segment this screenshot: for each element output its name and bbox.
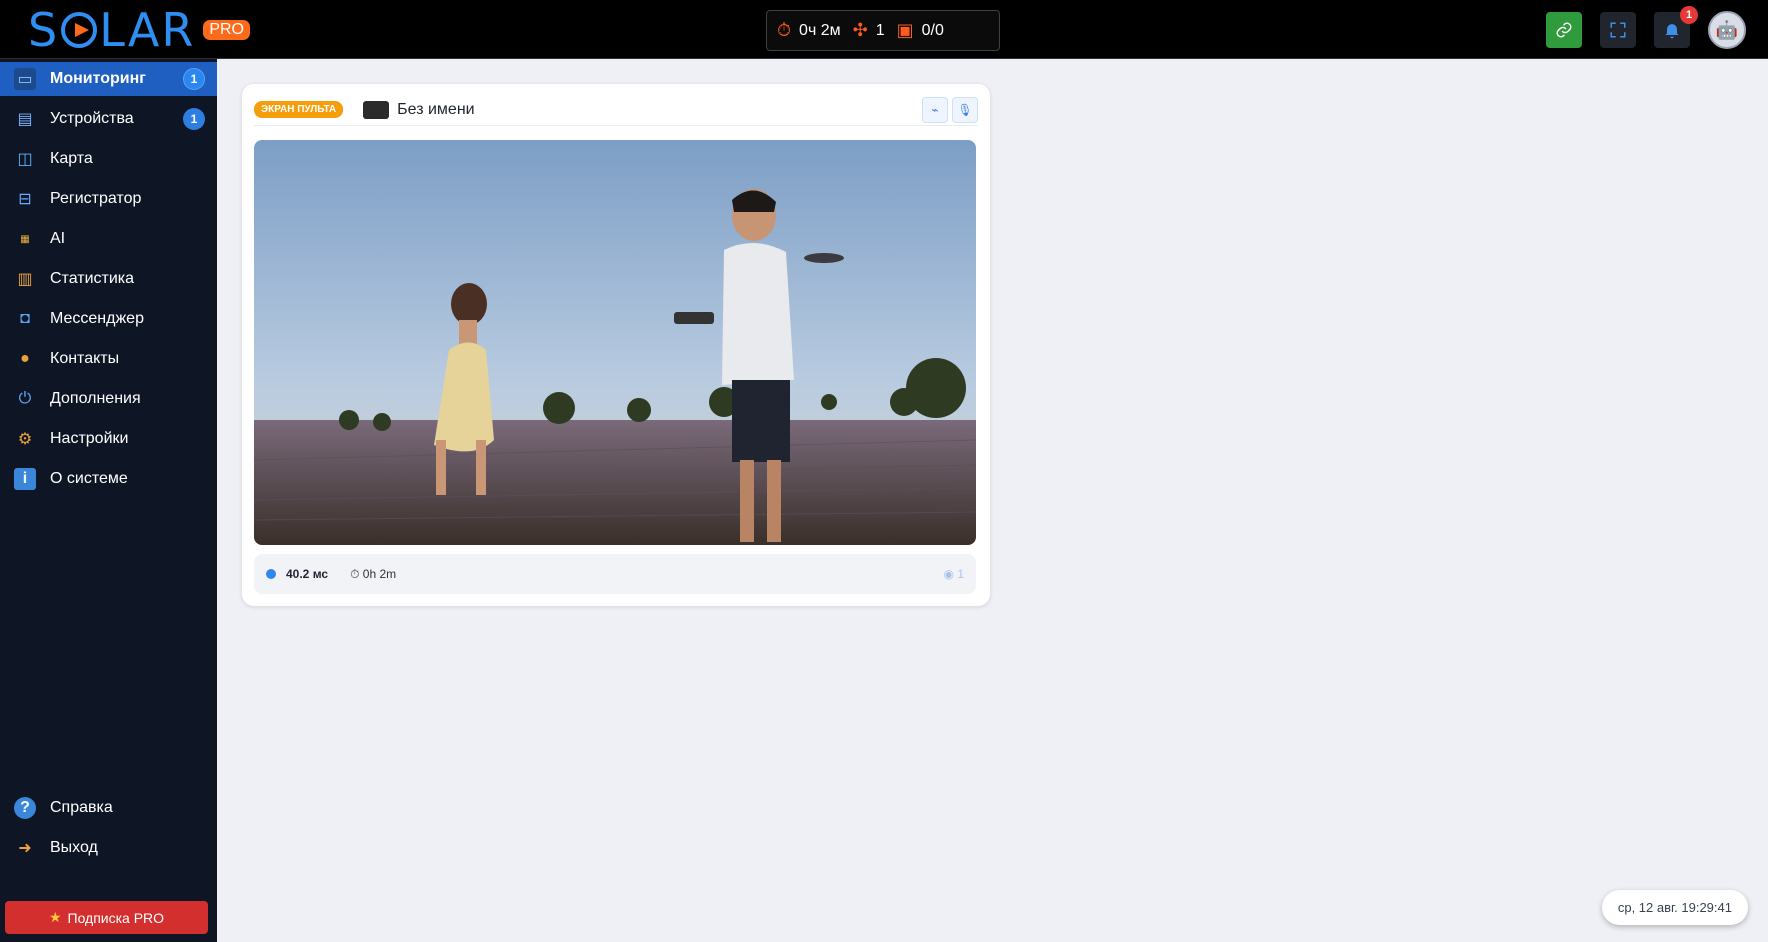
sidebar-item-logout[interactable]: ➜ Выход bbox=[0, 831, 217, 865]
link-button[interactable] bbox=[1546, 12, 1582, 48]
sidebar-item-monitoring[interactable]: ▭ Мониторинг 1 bbox=[0, 62, 217, 96]
tasks-value: 0/0 bbox=[921, 21, 944, 39]
devices-icon: ▤ bbox=[17, 111, 33, 128]
sidebar-item-settings[interactable]: ⚙ Настройки bbox=[0, 422, 217, 456]
session-stats: ⏱ 0ч 2м ✣ 1 ▣ 0/0 bbox=[766, 10, 1000, 51]
fullscreen-button[interactable] bbox=[1600, 12, 1636, 48]
microphone-icon: 🎙 bbox=[957, 102, 973, 117]
stopwatch-icon: ⏱ bbox=[350, 566, 363, 581]
drones-stat: ✣ 1 bbox=[853, 20, 885, 41]
info-icon: i bbox=[14, 468, 36, 490]
timer-icon: ⏱ bbox=[777, 20, 792, 40]
sidebar-item-label: Настройки bbox=[50, 430, 129, 447]
sidebar-item-messenger[interactable]: ◘ Мессенджер bbox=[0, 302, 217, 336]
contacts-icon: ● bbox=[20, 350, 30, 367]
device-name: Без имени bbox=[397, 100, 475, 118]
chart-icon: ▥ bbox=[17, 271, 33, 288]
sidebar-item-label: Карта bbox=[50, 150, 93, 167]
status-dot bbox=[266, 569, 276, 579]
fullscreen-icon bbox=[1610, 22, 1626, 38]
notifications-button[interactable]: 1 bbox=[1654, 6, 1698, 48]
stream-uptime: 0h 2m bbox=[362, 566, 397, 581]
subscribe-pro-label: Подписка PRO bbox=[67, 909, 165, 926]
stream-card-header: ЭКРАН ПУЛЬТА Без имени ⌁ 🎙 bbox=[254, 94, 978, 126]
plugins-icon: ⏻ bbox=[18, 390, 32, 407]
notification-badge: 1 bbox=[1680, 6, 1698, 24]
devices-count-badge: 1 bbox=[183, 108, 205, 130]
monitor-icon: ▭ bbox=[14, 68, 36, 90]
viewers-count: 1 bbox=[957, 567, 964, 581]
logo-text: S LAR bbox=[28, 3, 196, 57]
sidebar: ▭ Мониторинг 1 ▤ Устройства 1 ◫ Карта ⊟ … bbox=[0, 59, 217, 942]
sidebar-item-label: Выход bbox=[50, 839, 98, 856]
video-frame bbox=[254, 140, 976, 545]
sidebar-item-label: Дополнения bbox=[50, 390, 141, 407]
cast-button[interactable]: ⌁ bbox=[922, 96, 948, 123]
viewers: ◉ 1 bbox=[944, 567, 965, 581]
sidebar-item-label: Устройства bbox=[50, 110, 134, 127]
top-actions: 1 🤖 bbox=[1546, 6, 1746, 49]
sidebar-item-label: Справка bbox=[50, 799, 113, 816]
sidebar-item-label: Регистратор bbox=[50, 190, 142, 207]
star-icon: ★ bbox=[48, 909, 62, 925]
sidebar-item-label: AI bbox=[50, 230, 66, 247]
sidebar-item-contacts[interactable]: ● Контакты bbox=[0, 342, 217, 376]
ai-icon: ▦ bbox=[20, 233, 30, 245]
sidebar-item-plugins[interactable]: ⏻ Дополнения bbox=[0, 382, 217, 416]
screen-tag: ЭКРАН ПУЛЬТА bbox=[254, 101, 344, 118]
sidebar-item-map[interactable]: ◫ Карта bbox=[0, 142, 217, 176]
top-bar: S LAR PRO ⏱ 0ч 2м ✣ 1 ▣ 0/0 1 🤖 bbox=[0, 0, 1768, 59]
user-avatar[interactable]: 🤖 bbox=[1708, 11, 1746, 49]
logo: S LAR PRO bbox=[28, 3, 250, 57]
sidebar-item-label: Статистика bbox=[50, 270, 135, 287]
cast-icon: ⌁ bbox=[931, 102, 939, 117]
drone-icon: ✣ bbox=[852, 20, 868, 40]
monitoring-count-badge: 1 bbox=[183, 68, 205, 90]
microphone-button[interactable]: 🎙 bbox=[952, 96, 978, 123]
map-icon: ◫ bbox=[17, 151, 33, 168]
messenger-icon: ◘ bbox=[20, 310, 30, 327]
stream-card-footer: 40.2 мс ⏱ 0h 2m ◉ 1 bbox=[254, 554, 976, 594]
sidebar-item-label: Контакты bbox=[50, 350, 120, 367]
sidebar-item-devices[interactable]: ▤ Устройства 1 bbox=[0, 102, 217, 136]
sidebar-item-statistics[interactable]: ▥ Статистика bbox=[0, 262, 217, 296]
sidebar-item-label: Мессенджер bbox=[50, 310, 144, 327]
sidebar-item-recorder[interactable]: ⊟ Регистратор bbox=[0, 182, 217, 216]
datetime-badge: ср, 12 авг. 19:29:41 bbox=[1601, 890, 1748, 925]
sidebar-item-ai[interactable]: ▦ AI bbox=[0, 222, 217, 256]
remote-controller-icon bbox=[363, 100, 390, 119]
uptime-label: ⏱ 0h 2m bbox=[350, 567, 396, 582]
gear-icon: ⚙ bbox=[17, 431, 33, 448]
sidebar-item-label: Мониторинг bbox=[50, 70, 146, 87]
video-stream[interactable] bbox=[254, 140, 976, 545]
sidebar-item-about[interactable]: i О системе bbox=[0, 462, 217, 496]
uptime-stat: ⏱ 0ч 2м bbox=[777, 20, 841, 41]
latency-value: 40.2 мс bbox=[286, 567, 329, 581]
link-icon bbox=[1556, 22, 1572, 38]
eye-icon: ◉ bbox=[943, 567, 958, 581]
sidebar-item-help[interactable]: ? Справка bbox=[0, 791, 217, 825]
logout-icon: ➜ bbox=[18, 840, 32, 857]
sidebar-item-label: О системе bbox=[50, 470, 128, 487]
drones-value: 1 bbox=[875, 21, 885, 39]
tasks-stat: ▣ 0/0 bbox=[897, 20, 944, 41]
bell-icon bbox=[1665, 24, 1679, 39]
help-icon: ? bbox=[14, 797, 36, 819]
logo-pro-badge: PRO bbox=[203, 20, 250, 40]
stream-card: ЭКРАН ПУЛЬТА Без имени ⌁ 🎙 40.2 мс ⏱ 0h … bbox=[242, 84, 990, 606]
subscribe-pro-button[interactable]: ★ Подписка PRO bbox=[5, 901, 208, 934]
recorder-icon: ⊟ bbox=[18, 191, 32, 208]
uptime-value: 0ч 2м bbox=[799, 21, 841, 39]
stream-controls: ⌁ 🎙 bbox=[922, 96, 978, 123]
robot-icon: 🤖 bbox=[1715, 19, 1739, 40]
calendar-icon: ▣ bbox=[896, 20, 914, 40]
logo-play-icon bbox=[61, 12, 98, 48]
